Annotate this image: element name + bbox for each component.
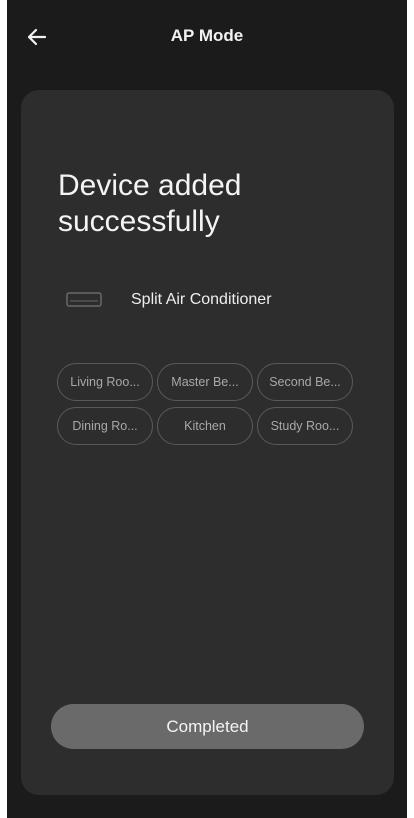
room-chip-living-room[interactable]: Living Roo... [57,363,153,401]
device-row: Split Air Conditioner [66,288,272,312]
success-headline: Device added successfully [58,168,378,240]
room-chip-second-bedroom[interactable]: Second Be... [257,363,353,401]
room-selector: Living Roo... Master Be... Second Be... … [57,363,357,445]
page-title: AP Mode [170,26,244,45]
headline-line-1: Device added [58,169,242,202]
header: AP Mode [7,0,407,72]
air-conditioner-icon [66,291,102,309]
device-name: Split Air Conditioner [131,291,272,308]
room-chip-study-room[interactable]: Study Roo... [257,407,353,445]
headline-line-2: successfully [58,205,220,238]
room-chip-dining-room[interactable]: Dining Ro... [57,407,153,445]
room-chip-master-bedroom[interactable]: Master Be... [157,363,253,401]
completed-button[interactable]: Completed [51,704,364,749]
room-chip-kitchen[interactable]: Kitchen [157,407,253,445]
app-screen: AP Mode Device added successfully Split … [7,0,407,818]
content-card: Device added successfully Split Air Cond… [21,90,394,795]
